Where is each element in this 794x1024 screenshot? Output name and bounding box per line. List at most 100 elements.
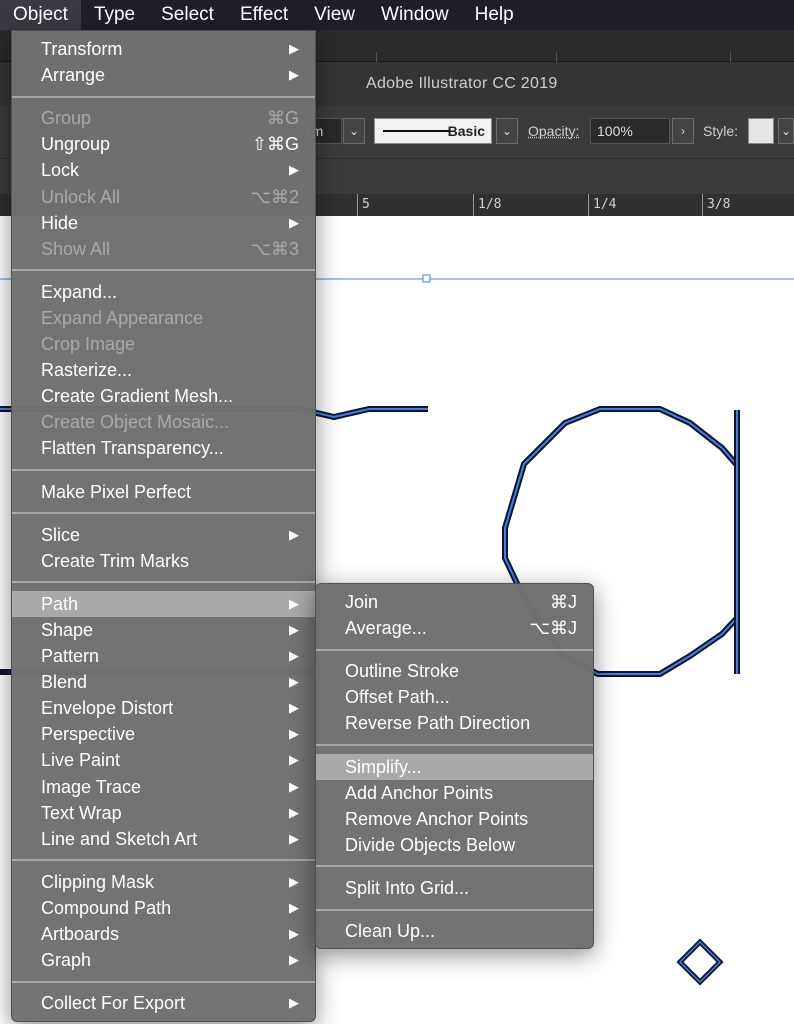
object-menu-item-compound-path[interactable]: Compound Path ▶ bbox=[12, 895, 315, 921]
menu-separator bbox=[316, 744, 593, 746]
object-menu-item-lock[interactable]: Lock ▶ bbox=[12, 157, 315, 183]
menubar-item-select[interactable]: Select bbox=[148, 0, 227, 30]
keyboard-shortcut: ⌥⌘3 bbox=[250, 238, 299, 259]
window-title: Adobe Illustrator CC 2019 bbox=[366, 75, 558, 92]
menu-separator bbox=[316, 648, 593, 651]
menu-item-label: Clipping Mask bbox=[41, 871, 155, 892]
menu-item-label: Crop Image bbox=[41, 334, 136, 354]
menu-item-label: Divide Objects Below bbox=[345, 834, 516, 855]
keyboard-shortcut: ⇧⌘G bbox=[251, 134, 299, 155]
object-menu-item-create-trim-marks[interactable]: Create Trim Marks bbox=[12, 548, 315, 574]
menu-item-label: Blend bbox=[41, 672, 88, 693]
object-menu-item-rasterize[interactable]: Rasterize... bbox=[12, 357, 315, 383]
keyboard-shortcut: ⌘J bbox=[550, 592, 577, 612]
path-submenu-item-average[interactable]: Average... ⌥⌘J bbox=[316, 615, 593, 641]
object-menu-item-expand-appearance: Expand Appearance bbox=[12, 305, 315, 331]
menu-item-label: Group bbox=[41, 108, 92, 129]
stroke-style-chevron-icon[interactable]: ⌄ bbox=[496, 118, 518, 144]
menu-item-label: Unlock All bbox=[41, 186, 121, 207]
menubar-item-help[interactable]: Help bbox=[462, 0, 527, 30]
object-menu-item-arrange[interactable]: Arrange ▶ bbox=[12, 62, 315, 88]
object-menu-item-path[interactable]: Path ▶ bbox=[12, 590, 315, 617]
menu-separator bbox=[316, 865, 593, 868]
ruler-label: 1/8 bbox=[473, 194, 501, 216]
menu-item-label: Arrange bbox=[41, 65, 106, 86]
object-menu-item-blend[interactable]: Blend ▶ bbox=[12, 669, 315, 695]
menu-item-label: Split Into Grid... bbox=[345, 877, 470, 898]
object-menu-item-graph[interactable]: Graph ▶ bbox=[12, 947, 315, 973]
path-submenu-item-join[interactable]: Join ⌘J bbox=[316, 589, 593, 615]
menu-item-label: Image Trace bbox=[41, 776, 142, 797]
object-menu-item-artboards[interactable]: Artboards ▶ bbox=[12, 921, 315, 947]
menu-separator bbox=[316, 908, 593, 911]
menu-item-label: Show All bbox=[41, 238, 111, 259]
object-menu-item-hide[interactable]: Hide ▶ bbox=[12, 210, 315, 236]
stroke-style-field[interactable]: Basic bbox=[374, 118, 492, 144]
object-menu-item-image-trace[interactable]: Image Trace ▶ bbox=[12, 774, 315, 800]
object-menu-item-create-gradient-mesh[interactable]: Create Gradient Mesh... bbox=[12, 383, 315, 409]
submenu-arrow-icon: ▶ bbox=[289, 873, 299, 889]
object-menu-item-slice[interactable]: Slice ▶ bbox=[12, 522, 315, 548]
submenu-arrow-icon: ▶ bbox=[289, 526, 299, 542]
path-submenu-item-reverse-path-direction[interactable]: Reverse Path Direction bbox=[316, 710, 593, 736]
path-submenu-item-simplify[interactable]: Simplify... bbox=[316, 753, 593, 780]
object-menu-item-perspective[interactable]: Perspective ▶ bbox=[12, 721, 315, 747]
menu-item-label: Pattern bbox=[41, 646, 100, 666]
object-menu-item-line-and-sketch-art[interactable]: Line and Sketch Art ▶ bbox=[12, 826, 315, 852]
menubar-item-object[interactable]: Object bbox=[0, 0, 81, 30]
style-label: Style: bbox=[703, 123, 739, 139]
submenu-arrow-icon: ▶ bbox=[289, 67, 299, 83]
menu-item-label: Compound Path bbox=[41, 897, 172, 918]
graphic-style-swatch[interactable] bbox=[748, 118, 774, 144]
object-menu-item-make-pixel-perfect[interactable]: Make Pixel Perfect bbox=[12, 479, 315, 505]
object-menu-item-flatten-transparency[interactable]: Flatten Transparency... bbox=[12, 435, 315, 461]
submenu-arrow-icon: ▶ bbox=[289, 926, 299, 941]
object-menu-item-expand[interactable]: Expand... bbox=[12, 279, 315, 305]
opacity-label[interactable]: Opacity: bbox=[528, 123, 579, 139]
menubar-item-type[interactable]: Type bbox=[81, 0, 148, 30]
menubar-item-view[interactable]: View bbox=[301, 0, 368, 30]
style-chevron-icon[interactable]: ⌄ bbox=[778, 118, 794, 144]
menu-item-label: Add Anchor Points bbox=[345, 782, 494, 803]
object-menu-item-pattern[interactable]: Pattern ▶ bbox=[12, 643, 315, 669]
submenu-arrow-icon: ▶ bbox=[289, 674, 299, 690]
menu-item-label: Line and Sketch Art bbox=[41, 828, 198, 849]
submenu-arrow-icon: ▶ bbox=[289, 700, 299, 716]
object-menu-item-transform[interactable]: Transform ▶ bbox=[12, 36, 315, 62]
menu-item-label: Simplify... bbox=[345, 756, 422, 777]
opacity-chevron-right-icon[interactable]: › bbox=[672, 118, 694, 144]
submenu-arrow-icon: ▶ bbox=[289, 648, 299, 663]
submenu-arrow-icon: ▶ bbox=[289, 752, 299, 768]
path-submenu-item-split-into-grid[interactable]: Split Into Grid... bbox=[316, 875, 593, 901]
object-menu-item-unlock-all: Unlock All ⌥⌘2 bbox=[12, 184, 315, 210]
menubar: Object Type Select Effect View Window Help bbox=[0, 0, 794, 30]
path-submenu-item-remove-anchor-points[interactable]: Remove Anchor Points bbox=[316, 806, 593, 832]
path-submenu-item-offset-path[interactable]: Offset Path... bbox=[316, 684, 593, 710]
menu-item-label: Outline Stroke bbox=[345, 661, 460, 682]
menu-item-label: Expand Appearance bbox=[41, 307, 204, 328]
path-submenu-item-add-anchor-points[interactable]: Add Anchor Points bbox=[316, 780, 593, 806]
menu-item-label: Create Gradient Mesh... bbox=[41, 386, 234, 407]
keyboard-shortcut: ⌥⌘2 bbox=[250, 186, 299, 207]
transform-dropdown-chevron-icon[interactable]: ⌄ bbox=[343, 118, 365, 144]
object-menu-item-collect-for-export[interactable]: Collect For Export ▶ bbox=[12, 990, 315, 1016]
path-submenu-item-clean-up[interactable]: Clean Up... bbox=[316, 918, 593, 944]
menubar-item-window[interactable]: Window bbox=[368, 0, 462, 30]
path-submenu-item-outline-stroke[interactable]: Outline Stroke bbox=[316, 658, 593, 684]
ruler-label: 1/4 bbox=[588, 194, 616, 216]
menu-separator bbox=[12, 512, 315, 515]
path-submenu-item-divide-objects-below[interactable]: Divide Objects Below bbox=[316, 832, 593, 858]
object-menu-item-shape[interactable]: Shape ▶ bbox=[12, 617, 315, 643]
menu-item-label: Transform bbox=[41, 39, 123, 59]
object-menu-item-envelope-distort[interactable]: Envelope Distort ▶ bbox=[12, 695, 315, 721]
object-menu-item-live-paint[interactable]: Live Paint ▶ bbox=[12, 747, 315, 773]
opacity-input[interactable]: 100% bbox=[590, 118, 670, 144]
menubar-item-effect[interactable]: Effect bbox=[227, 0, 301, 30]
menu-item-label: Create Trim Marks bbox=[41, 550, 190, 571]
menu-item-label: Envelope Distort bbox=[41, 698, 174, 719]
object-menu-item-ungroup[interactable]: Ungroup ⇧⌘G bbox=[12, 131, 315, 157]
menu-item-label: Live Paint bbox=[41, 750, 121, 771]
menu-separator bbox=[12, 980, 315, 983]
object-menu-item-text-wrap[interactable]: Text Wrap ▶ bbox=[12, 800, 315, 826]
object-menu-item-clipping-mask[interactable]: Clipping Mask ▶ bbox=[12, 869, 315, 895]
